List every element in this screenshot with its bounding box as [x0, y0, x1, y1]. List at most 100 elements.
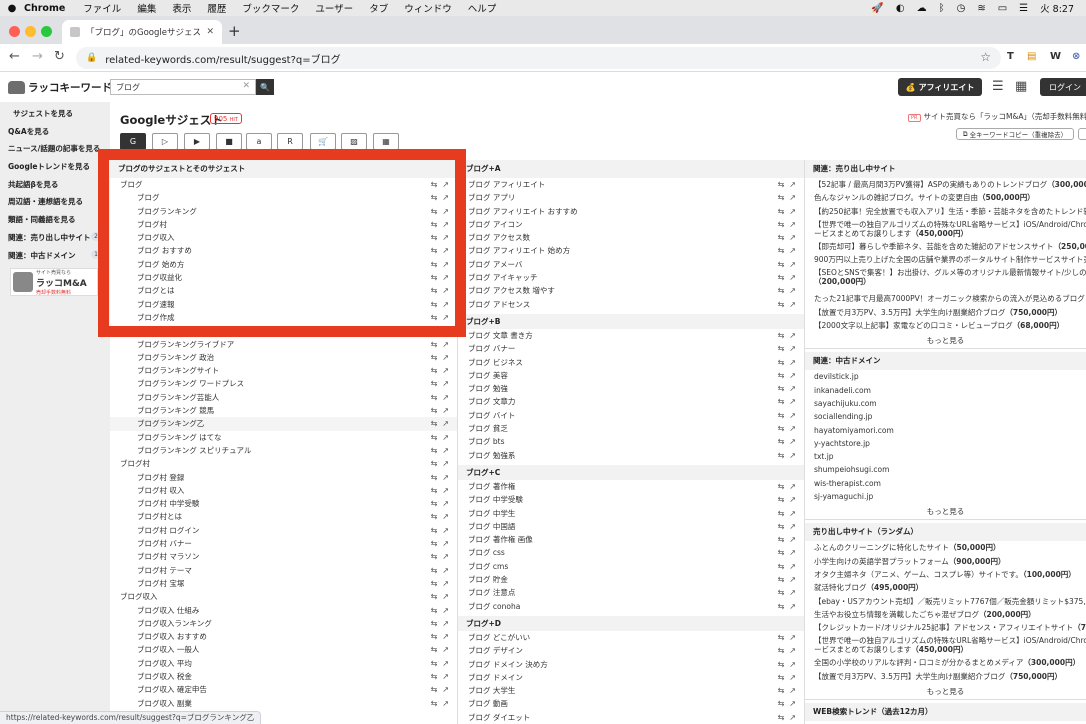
site-listing[interactable]: 生活やお役立ち情報を満載したごちゃ混ぜブログ（200,000円） [805, 608, 1086, 621]
suggest-row[interactable]: ブログランキング ワードプレス ⇆ ↗ [110, 377, 457, 390]
suggest-row[interactable]: ブログ収入 ⇆ ↗ [110, 231, 457, 244]
csv-button[interactable] [1078, 128, 1086, 140]
suggest-row[interactable]: ブログランキング芸能人 ⇆ ↗ [110, 391, 457, 404]
suggest-keyword[interactable]: ブログ収入 副業 [137, 699, 192, 708]
suggest-keyword[interactable]: ブログ アクセス数 増やす [468, 286, 555, 295]
external-link-icon[interactable]: ↗ [442, 539, 449, 548]
suggest-keyword[interactable]: ブログ 中学受験 [468, 495, 523, 504]
listing-title[interactable]: 【52記事 / 最高月間3万PV獲得】ASPの実績もありのトレンドブログ [814, 180, 1047, 189]
swap-icon[interactable]: ⇆ [431, 566, 438, 575]
browser-tab[interactable]: 「ブログ」のGoogleサジェスト ✕ [62, 20, 222, 44]
swap-icon[interactable]: ⇆ [778, 535, 785, 544]
listing-title[interactable]: 【クレジットカード/オリジナル25記事】アドセンス・アフィリエイトサイト [814, 623, 1073, 632]
close-tab-icon[interactable]: ✕ [206, 27, 214, 37]
reload-icon[interactable]: ↻ [54, 49, 65, 64]
listing-title[interactable]: 就活特化ブログ [814, 583, 867, 592]
swap-icon[interactable]: ⇆ [778, 384, 785, 393]
swap-icon[interactable]: ⇆ [431, 473, 438, 482]
external-link-icon[interactable]: ↗ [789, 509, 796, 518]
external-link-icon[interactable]: ↗ [789, 246, 796, 255]
suggest-keyword[interactable]: ブログランキング 政治 [137, 353, 214, 362]
swap-icon[interactable]: ⇆ [778, 411, 785, 420]
source-video-button[interactable]: ■ [216, 133, 242, 150]
swap-icon[interactable]: ⇆ [778, 437, 785, 446]
suggest-row[interactable]: ブログ ⇆ ↗ [110, 178, 457, 191]
external-link-icon[interactable]: ↗ [442, 592, 449, 601]
suggest-keyword[interactable]: ブログ 勉強 [468, 384, 508, 393]
external-link-icon[interactable]: ↗ [442, 180, 449, 189]
suggest-row[interactable]: ブログ収益化 ⇆ ↗ [110, 271, 457, 284]
external-link-icon[interactable]: ↗ [442, 246, 449, 255]
menu-bookmarks[interactable]: ブックマーク [242, 1, 299, 15]
swap-icon[interactable]: ⇆ [431, 406, 438, 415]
suggest-row[interactable]: ブログ収入 仕組み ⇆ ↗ [110, 604, 457, 617]
suggest-row[interactable]: ブログランキング ⇆ ↗ [110, 324, 457, 337]
suggest-row[interactable]: ブログ 大学生 ⇆ ↗ [458, 684, 804, 697]
domain-item[interactable]: txt.jp [805, 450, 1086, 463]
suggest-row[interactable]: ブログ アフィリエイト おすすめ ⇆ ↗ [458, 205, 804, 218]
swap-icon[interactable]: ⇆ [778, 344, 785, 353]
source-image-button[interactable]: ▨ [341, 133, 367, 150]
more-sale-link[interactable]: もっと見る [805, 332, 1086, 350]
suggest-row[interactable]: ブログ村 バナー ⇆ ↗ [110, 537, 457, 550]
suggest-keyword[interactable]: ブログ アドセンス [468, 300, 530, 309]
swap-icon[interactable]: ⇆ [431, 645, 438, 654]
menu-view[interactable]: 表示 [172, 1, 191, 15]
suggest-row[interactable]: ブログ 勉強系 ⇆ ↗ [458, 449, 804, 462]
external-link-icon[interactable]: ↗ [789, 686, 796, 695]
suggest-row[interactable]: ブログ ダイエット ⇆ ↗ [458, 711, 804, 724]
suggest-keyword[interactable]: ブログ 中国語 [468, 522, 515, 531]
swap-icon[interactable]: ⇆ [778, 660, 785, 669]
suggest-row[interactable]: ブログ 始め方 ⇆ ↗ [110, 258, 457, 271]
external-link-icon[interactable]: ↗ [789, 424, 796, 433]
suggest-row[interactable]: ブログ アクセス数 ⇆ ↗ [458, 231, 804, 244]
listing-title[interactable]: 生活やお役立ち情報を満載したごちゃ混ぜブログ [814, 610, 979, 619]
suggest-row[interactable]: ブログ 動画 ⇆ ↗ [458, 697, 804, 710]
domain-item[interactable]: shumpeiohsugi.com [805, 463, 1086, 476]
suggest-row[interactable]: ブログ 貧乏 ⇆ ↗ [458, 422, 804, 435]
url-text[interactable]: related-keywords.com/result/suggest?q=ブロ… [105, 51, 340, 66]
external-link-icon[interactable]: ↗ [442, 300, 449, 309]
site-listing[interactable]: 900万円以上売り上げた全国の店舗や業界のポータルサイト制作サービスサイト売却 [805, 253, 1086, 266]
external-link-icon[interactable]: ↗ [789, 331, 796, 340]
suggest-keyword[interactable]: ブログ村 中学受験 [137, 499, 199, 508]
external-link-icon[interactable]: ↗ [789, 495, 796, 504]
new-tab-button[interactable]: + [228, 22, 241, 40]
external-link-icon[interactable]: ↗ [442, 619, 449, 628]
external-link-icon[interactable]: ↗ [442, 499, 449, 508]
suggest-keyword[interactable]: ブログ バナー [468, 344, 515, 353]
external-link-icon[interactable]: ↗ [789, 548, 796, 557]
external-link-icon[interactable]: ↗ [789, 207, 796, 216]
sidebar-item-sites-for-sale[interactable]: 関連：売り出し中サイト [8, 232, 91, 243]
suggest-keyword[interactable]: ブログ 勉強系 [468, 451, 515, 460]
suggest-keyword[interactable]: ブログ 中学生 [468, 509, 515, 518]
external-link-icon[interactable]: ↗ [789, 344, 796, 353]
minimize-window-button[interactable] [25, 26, 36, 37]
suggest-keyword[interactable]: ブログ村 ログイン [137, 526, 199, 535]
suggest-keyword[interactable]: ブログ バイト [468, 411, 515, 420]
suggest-keyword[interactable]: ブログ ドメイン [468, 673, 523, 682]
zoom-window-button[interactable] [41, 26, 52, 37]
sidebar-item-cooccurrence[interactable]: 共起語βを見る [8, 179, 58, 190]
listing-title[interactable]: 【ebay・USアカウント売却】／販売リミット7767個／販売金額リミット$37… [814, 597, 1086, 606]
swap-icon[interactable]: ⇆ [431, 592, 438, 601]
back-icon[interactable]: ← [9, 49, 20, 64]
swap-icon[interactable]: ⇆ [431, 393, 438, 402]
swap-icon[interactable]: ⇆ [778, 371, 785, 380]
suggest-row[interactable]: ブログ conoha ⇆ ↗ [458, 600, 804, 613]
suggest-keyword[interactable]: ブログ アフィリエイト おすすめ [468, 207, 578, 216]
sidebar-item-related-words[interactable]: 周辺語・連想語を見る [8, 196, 83, 207]
suggest-row[interactable]: ブログ cms ⇆ ↗ [458, 560, 804, 573]
external-link-icon[interactable]: ↗ [789, 482, 796, 491]
suggest-keyword[interactable]: ブログ ドメイン 決め方 [468, 660, 548, 669]
external-link-icon[interactable]: ↗ [442, 606, 449, 615]
suggest-row[interactable]: ブログ バナー ⇆ ↗ [458, 342, 804, 355]
swap-icon[interactable]: ⇆ [778, 397, 785, 406]
swap-icon[interactable]: ⇆ [778, 451, 785, 460]
external-link-icon[interactable]: ↗ [442, 326, 449, 335]
external-link-icon[interactable]: ↗ [789, 411, 796, 420]
suggest-keyword[interactable]: ブログ アイキャッチ [468, 273, 538, 282]
more-domain-link[interactable]: もっと見る [805, 503, 1086, 521]
external-link-icon[interactable]: ↗ [789, 384, 796, 393]
suggest-row[interactable]: ブログ村 中学受験 ⇆ ↗ [110, 497, 457, 510]
